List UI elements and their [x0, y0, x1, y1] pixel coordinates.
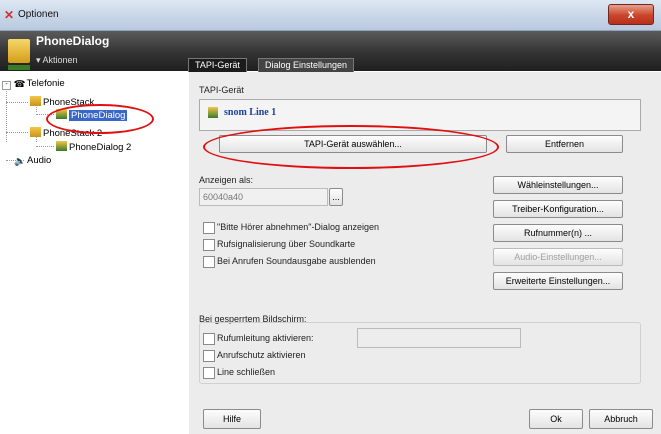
tab-tapi-geraet[interactable]: TAPI-Gerät	[188, 58, 247, 72]
title-bar: ✕ Optionen x	[0, 0, 661, 31]
help-button[interactable]: Hilfe	[203, 409, 261, 429]
rufnummer-button[interactable]: Rufnummer(n) ...	[493, 224, 623, 242]
anzeigen-input[interactable]: 60040a40	[199, 188, 328, 206]
annotation-ellipse	[46, 104, 154, 134]
tree-item-phonedialog-2[interactable]: PhoneDialog 2	[56, 141, 131, 153]
tapi-device-box: snom Line 1	[199, 99, 641, 131]
checkbox-soundausgabe-label: Bei Anrufen Soundausgabe ausblenden	[217, 256, 376, 266]
snom-line-icon	[208, 107, 218, 118]
erweiterte-einstellungen-button[interactable]: Erweiterte Einstellungen...	[493, 272, 623, 290]
app-icon: ✕	[4, 8, 15, 22]
checkbox-hoerer-dialog[interactable]	[203, 222, 215, 234]
checkbox-soundausgabe[interactable]	[203, 256, 215, 268]
settings-panel: TAPI-Gerät snom Line 1 TAPI-Gerät auswäh…	[189, 72, 661, 434]
cancel-button[interactable]: Abbruch	[589, 409, 653, 429]
annotation-ellipse	[203, 125, 499, 169]
audio-einstellungen-button: Audio-Einstellungen...	[493, 248, 623, 266]
checkbox-rufumleitung[interactable]	[203, 333, 215, 345]
tree-item-audio[interactable]: 🔈Audio	[14, 155, 51, 167]
options-tree: - ☎Telefonie PhoneStack PhoneDialog Phon…	[0, 72, 185, 434]
checkbox-line-schliessen-label: Line schließen	[217, 367, 276, 377]
tapi-device-name: snom Line 1	[224, 107, 277, 118]
speaker-icon: 🔈	[14, 156, 26, 167]
header-title: PhoneDialog	[36, 34, 110, 48]
ok-button[interactable]: Ok	[529, 409, 583, 429]
waehleinstellungen-button[interactable]: Wähleinstellungen...	[493, 176, 623, 194]
phonedialog-icon	[56, 141, 67, 151]
anzeigen-browse-button[interactable]: ...	[329, 188, 343, 206]
stack-icon	[30, 127, 41, 137]
tab-dialog-einstellungen[interactable]: Dialog Einstellungen	[258, 58, 355, 72]
actions-menu[interactable]: ▾ Aktionen	[36, 55, 78, 66]
checkbox-rufsignal[interactable]	[203, 239, 215, 251]
expand-toggle-icon[interactable]: -	[2, 81, 11, 90]
tapi-group-label: TAPI-Gerät	[199, 85, 244, 95]
phonedialog-logo-icon	[8, 39, 30, 63]
checkbox-line-schliessen[interactable]	[203, 367, 215, 379]
remove-button[interactable]: Entfernen	[506, 135, 623, 153]
checkbox-rufsignal-label: Rufsignalisierung über Soundkarte	[217, 239, 356, 249]
anzeigen-label: Anzeigen als:	[199, 175, 254, 185]
logo-base-icon	[8, 65, 30, 70]
telephone-icon: ☎	[13, 79, 26, 90]
checkbox-rufumleitung-label: Rufumleitung aktivieren:	[217, 333, 314, 343]
checkbox-anrufschutz-label: Anrufschutz aktivieren	[217, 350, 306, 360]
stack-icon	[30, 96, 41, 106]
window-title: Optionen	[18, 9, 59, 20]
checkbox-hoerer-dialog-label: "Bitte Hörer abnehmen"-Dialog anzeigen	[217, 222, 379, 232]
rufumleitung-input[interactable]	[357, 328, 521, 348]
tree-item-telefonie[interactable]: - ☎Telefonie	[2, 78, 65, 90]
checkbox-anrufschutz[interactable]	[203, 350, 215, 362]
treiber-konfiguration-button[interactable]: Treiber-Konfiguration...	[493, 200, 623, 218]
close-button[interactable]: x	[608, 4, 654, 25]
